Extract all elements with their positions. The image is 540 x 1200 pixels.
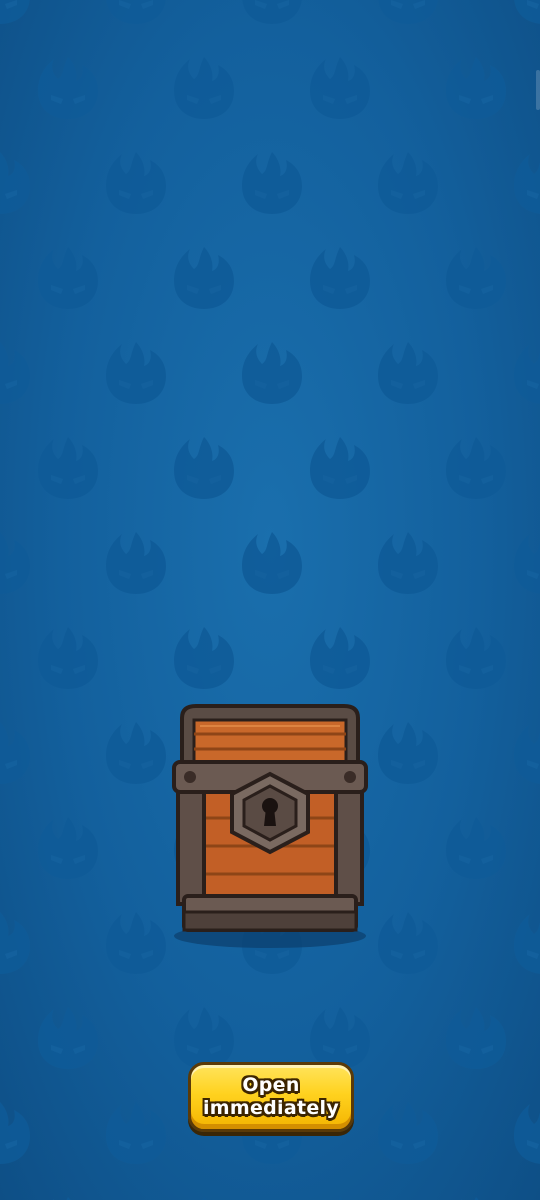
game-screen: Open immediately (0, 0, 540, 1200)
open-immediately-label: Open immediately (202, 1074, 340, 1119)
flame-ghost-pattern (0, 0, 540, 1200)
locked-treasure-chest-icon[interactable] (160, 700, 380, 950)
open-immediately-button[interactable]: Open immediately (188, 1062, 354, 1132)
side-scroll-handle (536, 70, 540, 110)
